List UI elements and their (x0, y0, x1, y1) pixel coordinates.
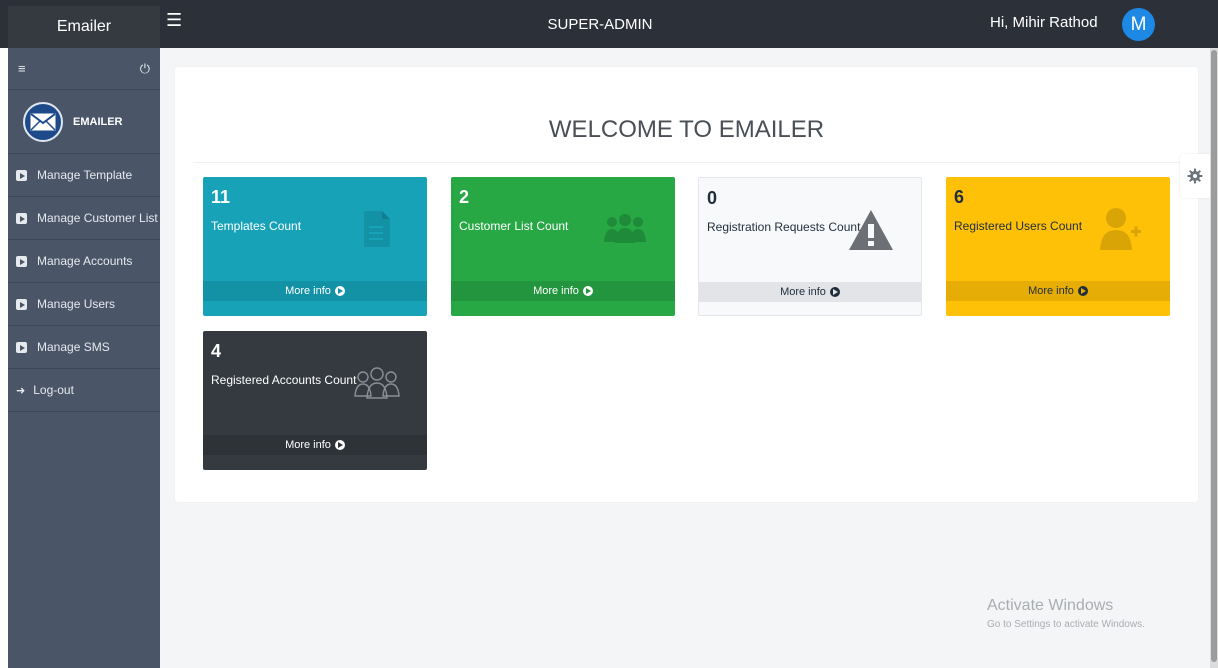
sidebar-item-manage-users[interactable]: Manage Users (8, 283, 160, 326)
customer-list-count-card: 2 Customer List Count More info (451, 177, 675, 316)
arrow-circle-right-icon (1077, 286, 1088, 296)
more-info-label: More info (1028, 285, 1074, 297)
activate-windows-watermark: Activate Windows Go to Settings to activ… (987, 597, 1145, 630)
envelope-icon (23, 101, 63, 142)
play-square-icon (16, 341, 27, 353)
sidebar-toolbar: ≡ ⏻ (8, 48, 160, 90)
more-info-label: More info (285, 285, 331, 297)
sidebar-menu-icon[interactable]: ≡ (18, 61, 26, 76)
arrow-circle-right-icon (334, 440, 345, 450)
more-info-link[interactable]: More info (451, 281, 675, 301)
watermark-subtitle: Go to Settings to activate Windows. (987, 619, 1145, 630)
warning-icon (841, 200, 901, 260)
registered-users-count-card: 6 Registered Users Count More info (946, 177, 1170, 316)
sidebar-item-manage-accounts[interactable]: Manage Accounts (8, 240, 160, 283)
welcome-heading: WELCOME TO EMAILER (548, 116, 825, 143)
more-info-label: More info (285, 439, 331, 451)
more-info-label: More info (780, 286, 826, 298)
sidebar-item-manage-template[interactable]: Manage Template (8, 154, 160, 197)
dashboard-panel: WELCOME TO EMAILER 11 Templates Count Mo… (175, 67, 1198, 502)
brand-title[interactable]: Emailer (8, 6, 160, 48)
top-navbar: Emailer ☰ SUPER-ADMIN Hi, Mihir Rathod M (0, 0, 1218, 48)
card-label: Registered Users Count (954, 219, 1083, 233)
more-info-link[interactable]: More info (946, 281, 1170, 301)
power-icon[interactable]: ⏻ (140, 61, 150, 77)
sidebar-item-label: Manage Users (37, 297, 116, 311)
card-count: 6 (954, 187, 965, 207)
sidebar-item-label: Log-out (33, 383, 74, 397)
hamburger-menu-icon[interactable]: ☰ (166, 11, 184, 29)
play-square-icon (16, 169, 27, 181)
sidebar: ≡ ⏻ EMAILER Manage Template Manage Custo… (8, 48, 160, 668)
left-edge (0, 0, 8, 668)
registered-accounts-count-card: 4 Registered Accounts Count More info (203, 331, 427, 470)
card-label: Customer List Count (459, 219, 569, 233)
card-label: Registered Accounts Count (211, 373, 357, 387)
watermark-title: Activate Windows (987, 597, 1114, 614)
more-info-label: More info (533, 285, 579, 297)
play-square-icon (16, 255, 27, 267)
card-label: Registration Requests Count (707, 220, 861, 234)
sidebar-item-manage-sms[interactable]: Manage SMS (8, 326, 160, 369)
users-outline-icon (347, 353, 407, 413)
sidebar-item-logout[interactable]: ➜ Log-out (8, 369, 160, 412)
play-square-icon (16, 212, 27, 224)
sidebar-item-label: Manage Customer List (37, 211, 158, 225)
settings-gear-icon[interactable] (1180, 154, 1210, 198)
users-icon (595, 199, 655, 259)
sidebar-logo: EMAILER (8, 90, 160, 154)
user-greeting[interactable]: Hi, Mihir Rathod (990, 14, 1098, 31)
sign-out-icon: ➜ (16, 384, 26, 397)
arrow-circle-right-icon (334, 286, 345, 296)
card-count: 2 (459, 187, 470, 207)
sidebar-logo-label: EMAILER (73, 115, 123, 128)
arrow-circle-right-icon (829, 287, 840, 297)
sidebar-item-label: Manage Accounts (37, 254, 133, 268)
play-square-icon (16, 298, 27, 310)
sidebar-item-label: Manage Template (37, 168, 133, 182)
arrow-circle-right-icon (582, 286, 593, 296)
page-role-title: SUPER-ADMIN (547, 16, 653, 33)
sidebar-item-label: Manage SMS (37, 340, 110, 354)
more-info-link[interactable]: More info (203, 435, 427, 455)
document-icon (347, 199, 407, 259)
more-info-link[interactable]: More info (203, 281, 427, 301)
templates-count-card: 11 Templates Count More info (203, 177, 427, 316)
divider (193, 162, 1180, 163)
sidebar-item-manage-customer-list[interactable]: Manage Customer List (8, 197, 160, 240)
vertical-scrollbar[interactable] (1210, 48, 1218, 668)
card-count: 0 (707, 188, 718, 208)
card-label: Templates Count (211, 219, 302, 233)
more-info-link[interactable]: More info (699, 282, 921, 302)
card-count: 11 (211, 187, 231, 207)
card-count: 4 (211, 341, 222, 361)
registration-requests-count-card: 0 Registration Requests Count More info (698, 177, 922, 316)
scrollbar-thumb[interactable] (1211, 50, 1217, 662)
user-plus-icon (1090, 199, 1150, 259)
user-avatar[interactable]: M (1122, 8, 1155, 41)
